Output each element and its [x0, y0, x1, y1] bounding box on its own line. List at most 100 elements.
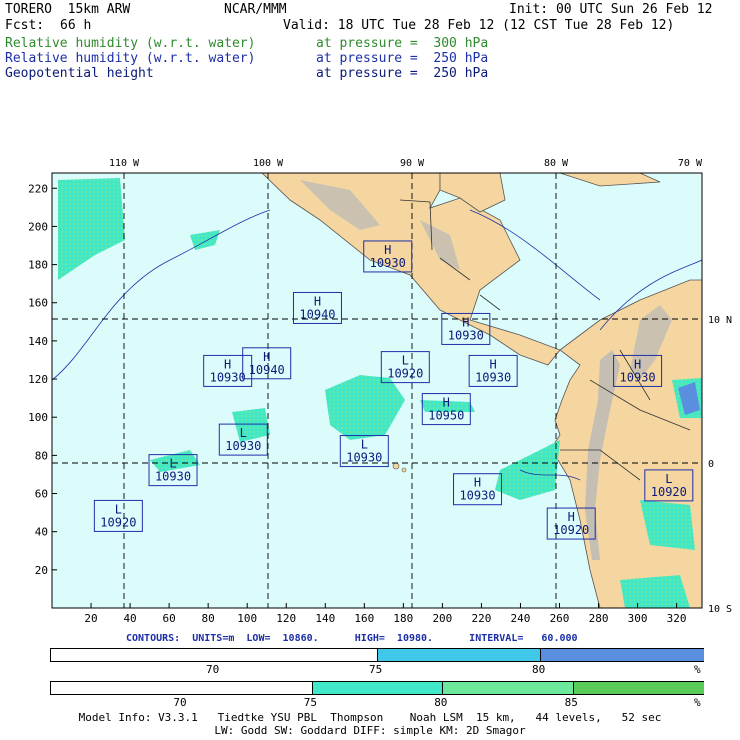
center-type: L [402, 354, 409, 368]
left-tick-label: 160 [28, 297, 48, 310]
center-value: 10930 [370, 256, 406, 270]
center-type: H [568, 510, 575, 524]
left-tick-label: 220 [28, 182, 48, 195]
center-value: 10950 [428, 409, 464, 423]
center-value: 10930 [475, 370, 511, 384]
colorbar-label: 70 [206, 663, 220, 676]
model-info-line2: LW: Godd SW: Goddard DIFF: simple KM: 2D… [214, 724, 526, 737]
colorbar-rh-250 [50, 681, 704, 695]
bottom-tick-label: 200 [432, 612, 452, 625]
center-value: 10940 [299, 307, 335, 321]
colorbar-rh-300 [50, 648, 704, 662]
left-tick-label: 80 [35, 449, 48, 462]
contours-info: CONTOURS: UNITS=m LOW= 10860. HIGH= 1098… [126, 633, 578, 644]
left-tick-label: 180 [28, 259, 48, 272]
bottom-tick-label: 140 [315, 612, 335, 625]
center-type: H [490, 357, 497, 371]
left-tick-label: 60 [35, 488, 48, 501]
bottom-tick-label: 160 [354, 612, 374, 625]
center-type: L [115, 502, 122, 516]
field-1-level: at pressure = 300 hPa [316, 36, 489, 51]
colorbar-segment [572, 682, 704, 694]
center-value: 10930 [448, 328, 484, 342]
left-tick-label: 20 [35, 564, 48, 577]
bottom-tick-label: 80 [202, 612, 215, 625]
bottom-tick-label: 320 [667, 612, 687, 625]
center-type: L [361, 438, 368, 452]
field-2-level: at pressure = 250 hPa [316, 51, 489, 66]
colorbar-label: 80 [434, 696, 448, 709]
center-value: 10930 [346, 451, 382, 465]
latitude-label: 0 [708, 459, 714, 470]
field-3-name: Geopotential height [5, 66, 154, 81]
bottom-tick-label: 220 [471, 612, 491, 625]
longitude-label: 100 W [253, 158, 284, 169]
center-type: H [462, 315, 469, 329]
center-value: 10920 [553, 523, 589, 537]
colorbar-segment [51, 649, 377, 661]
center-type: H [474, 476, 481, 490]
left-tick-label: 100 [28, 411, 48, 424]
model-title: TORERO 15km ARW [5, 2, 131, 17]
center-value: 10930 [620, 370, 656, 384]
colorbar-segment [442, 682, 574, 694]
colorbar-label: 75 [369, 663, 383, 676]
bottom-tick-label: 300 [628, 612, 648, 625]
model-info-line1: Model Info: V3.3.1 Tiedtke YSU PBL Thomp… [78, 711, 662, 724]
colorbar-label: 70 [173, 696, 187, 709]
field-3-level: at pressure = 250 hPa [316, 66, 489, 81]
longitude-label: 110 W [109, 158, 140, 169]
fcst-value: 66 h [60, 18, 92, 33]
colorbar-segment [311, 682, 444, 694]
latitude-label: 10 N [708, 315, 732, 326]
colorbar-label: 80 [532, 663, 546, 676]
longitude-label: 70 W [678, 158, 703, 169]
center-type: L [665, 472, 672, 486]
center-type: H [634, 357, 641, 371]
bottom-tick-label: 120 [276, 612, 296, 625]
bottom-tick-label: 180 [393, 612, 413, 625]
center-type: L [240, 426, 247, 440]
left-tick-label: 200 [28, 220, 48, 233]
field-2-name: Relative humidity (w.r.t. water) [5, 51, 256, 66]
left-tick-label: 40 [35, 526, 48, 539]
center-type: H [224, 357, 231, 371]
bottom-tick-label: 260 [550, 612, 570, 625]
field-1-name: Relative humidity (w.r.t. water) [5, 36, 256, 51]
colorbar-segment [540, 649, 704, 661]
bottom-tick-label: 60 [162, 612, 175, 625]
colorbar-label: % [694, 663, 701, 676]
galapagos-island [392, 462, 400, 470]
bottom-tick-label: 20 [84, 612, 97, 625]
valid-time: Valid: 18 UTC Tue 28 Feb 12 (12 CST Tue … [283, 18, 675, 33]
bottom-tick-label: 280 [589, 612, 609, 625]
fcst-label: Fcst: [5, 18, 45, 33]
bottom-tick-label: 100 [237, 612, 257, 625]
colorbar-label: % [694, 696, 701, 709]
colorbar-label: 75 [303, 696, 318, 709]
bottom-tick-label: 240 [511, 612, 531, 625]
bottom-tick-label: 40 [123, 612, 136, 625]
colorbar-segment [51, 682, 312, 694]
center-value: 10920 [100, 515, 136, 529]
center-type: H [314, 294, 321, 308]
galapagos-island [401, 467, 407, 473]
longitude-label: 80 W [544, 158, 569, 169]
center-type: H [263, 350, 270, 364]
humidity-area [620, 575, 690, 608]
center-type: L [169, 457, 176, 471]
init-time: Init: 00 UTC Sun 26 Feb 12 [509, 2, 713, 17]
left-tick-label: 120 [28, 373, 48, 386]
center-type: H [384, 243, 391, 257]
center-value: 10930 [459, 489, 495, 503]
latitude-label: 10 S [708, 604, 732, 615]
center-value: 10930 [210, 370, 246, 384]
center-type: H [443, 396, 450, 410]
center-value: 10930 [155, 470, 191, 484]
center-value: 10920 [651, 485, 687, 499]
colorbar-segment [377, 649, 541, 661]
center-value: 10940 [249, 363, 285, 377]
forecast-map: 220 200 180 160 140 120 100 80 60 40 20 20 40 60 80 100… [28, 158, 732, 625]
colorbar-label: 85 [564, 696, 578, 709]
center-value: 10930 [225, 439, 261, 453]
